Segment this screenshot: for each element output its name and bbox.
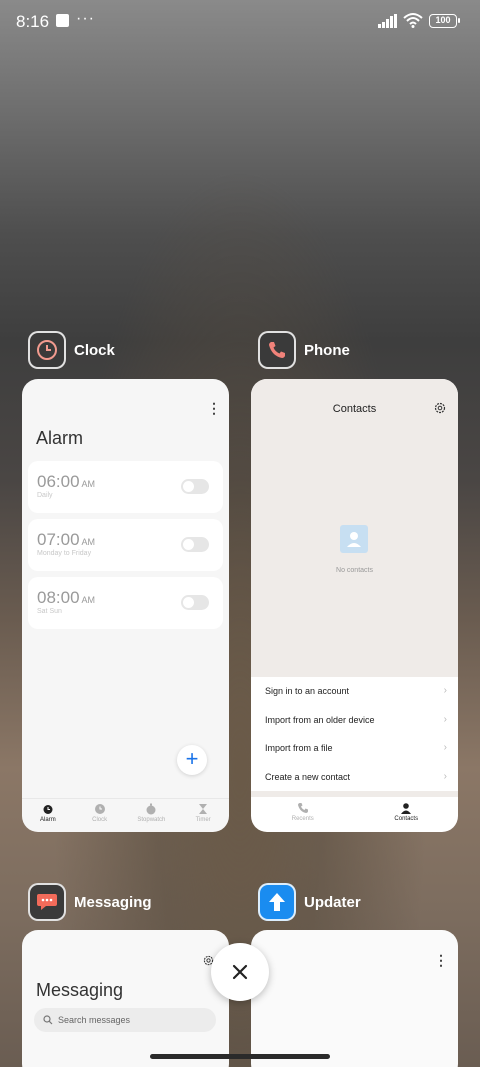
tab-contacts[interactable]: Contacts [355, 798, 459, 832]
alarm-time: 06:00 AM [37, 472, 96, 491]
create-contact-item[interactable]: Create a new contact › [265, 771, 447, 782]
alarm-time: 07:00 AM [37, 530, 96, 549]
signal-icon [378, 14, 397, 28]
contacts-person-icon [401, 803, 412, 814]
message-bubble-icon [37, 894, 57, 910]
wifi-icon [403, 13, 423, 28]
tab-alarm[interactable]: Alarm [22, 799, 74, 832]
alarm-repeat: Monday to Friday [37, 550, 92, 557]
clock-app-card[interactable]: ⋮ Alarm 06:00 AM Daily 07:00 AM Monday to … [22, 379, 229, 832]
notification-square-icon [56, 14, 69, 27]
tab-timer[interactable]: Timer [177, 799, 229, 832]
updater-app-name: Updater [304, 893, 361, 911]
home-gesture-bar[interactable] [150, 1054, 330, 1059]
battery-icon: 100 [429, 14, 460, 28]
clear-all-button[interactable] [211, 943, 269, 1001]
clock-tab-icon [94, 804, 105, 814]
arrow-up-icon [269, 893, 285, 911]
clock-tab-bar: Alarm Clock Stopwatch Timer [22, 798, 229, 832]
chevron-right-icon: › [443, 714, 447, 725]
alarm-toggle[interactable] [181, 479, 209, 494]
phone-icon [269, 342, 285, 358]
status-time: 8:16 [16, 12, 50, 31]
more-notifications-icon: ··· [76, 10, 95, 27]
alarm-clock-icon [43, 805, 53, 814]
clock-app-icon[interactable] [28, 331, 66, 369]
alarm-time: 08:00 AM [37, 588, 96, 607]
hourglass-icon [199, 804, 208, 814]
tab-clock[interactable]: Clock [74, 799, 126, 832]
search-icon [43, 1015, 53, 1025]
contacts-title: Contacts [332, 403, 377, 415]
divider [251, 791, 458, 797]
updater-more-icon[interactable]: ⋮ [434, 952, 448, 969]
settings-gear-icon[interactable] [434, 402, 446, 414]
clock-app-header[interactable]: Clock [28, 331, 115, 369]
alarm-toggle[interactable] [181, 537, 209, 552]
messaging-app-card[interactable]: Messaging Search messages [22, 930, 229, 1067]
stopwatch-icon [146, 803, 156, 815]
messaging-app-name: Messaging [74, 893, 152, 911]
alarm-repeat: Daily [37, 492, 53, 499]
messaging-app-icon[interactable] [28, 883, 66, 921]
tab-stopwatch[interactable]: Stopwatch [126, 799, 178, 832]
chevron-right-icon: › [443, 742, 447, 753]
search-messages-input[interactable]: Search messages [34, 1008, 216, 1032]
updater-app-icon[interactable] [258, 883, 296, 921]
phone-app-header[interactable]: Phone [258, 331, 350, 369]
messaging-app-header[interactable]: Messaging [28, 883, 152, 921]
recents-phone-icon [297, 803, 308, 813]
alarm-title: Alarm [36, 428, 84, 448]
status-bar: 8:16 ··· 100 [0, 0, 480, 44]
sign-in-account-item[interactable]: Sign in to an account › [265, 685, 447, 696]
chevron-right-icon: › [443, 771, 447, 782]
close-icon [232, 964, 248, 980]
phone-app-name: Phone [304, 341, 350, 359]
tab-recents[interactable]: Recents [251, 798, 355, 832]
no-contacts-text: No contacts [336, 567, 373, 574]
phone-app-icon[interactable] [258, 331, 296, 369]
import-older-device-item[interactable]: Import from an older device › [265, 714, 447, 725]
clock-icon [37, 340, 57, 360]
phone-tab-bar: Recents Contacts [251, 798, 458, 832]
clock-app-name: Clock [74, 341, 115, 359]
phone-app-card[interactable]: Contacts No contacts Sign in to an accou… [251, 379, 458, 832]
chevron-right-icon: › [443, 685, 447, 696]
add-alarm-button[interactable]: + [177, 745, 207, 775]
import-file-item[interactable]: Import from a file › [265, 742, 447, 753]
alarm-item[interactable]: 06:00 AM Daily [28, 461, 223, 513]
updater-app-header[interactable]: Updater [258, 883, 361, 921]
alarm-toggle[interactable] [181, 595, 209, 610]
updater-app-card[interactable]: ⋮ [251, 930, 458, 1067]
contact-placeholder-icon [340, 525, 368, 553]
alarm-item[interactable]: 07:00 AM Monday to Friday [28, 519, 223, 571]
alarm-item[interactable]: 08:00 AM Sat Sun [28, 577, 223, 629]
clock-more-icon[interactable]: ⋮ [207, 400, 221, 417]
messaging-title: Messaging [36, 980, 124, 1000]
alarm-repeat: Sat Sun [37, 608, 62, 615]
